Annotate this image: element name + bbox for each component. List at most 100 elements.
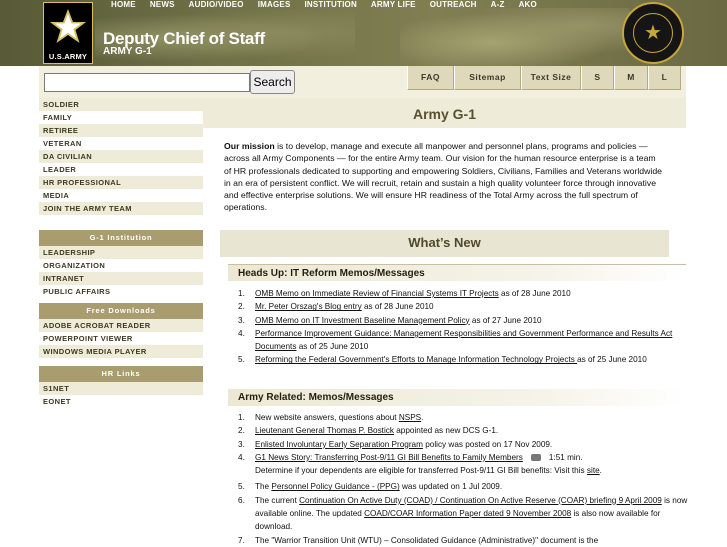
news-text: Determine if your dependents are eligibl… xyxy=(255,466,587,476)
sidebar-item-public-affairs[interactable]: PUBLIC AFFAIRS xyxy=(39,285,203,298)
text-size-label: Text Size xyxy=(521,66,581,90)
news-text: New website answers, questions about xyxy=(255,413,399,422)
search-input[interactable] xyxy=(44,73,250,92)
news-link[interactable]: COAD/COAR Information Paper dated 9 Nove… xyxy=(364,509,571,518)
nav-news[interactable]: NEWS xyxy=(143,0,182,9)
news-link[interactable]: OMB Memo on Immediate Review of Financia… xyxy=(255,289,499,298)
news-link[interactable]: Enlisted Involuntary Early Separation Pr… xyxy=(255,440,423,449)
sidebar-item-leadership[interactable]: LEADERSHIP xyxy=(39,246,203,259)
whats-new-heading: What’s New xyxy=(408,235,481,250)
whats-new-bar: What’s New xyxy=(220,230,669,257)
faq-button[interactable]: FAQ xyxy=(407,66,454,90)
site-subtitle: ARMY G-1 xyxy=(103,46,152,57)
page-title-bar: Army G-1 xyxy=(203,98,686,128)
news-text: . xyxy=(421,413,424,422)
sidebar-heading-institution: G-1 Institution xyxy=(39,229,203,246)
news-date: as of 25 June 2010 xyxy=(296,342,369,352)
news-note: Determine if your dependents are eligibl… xyxy=(255,464,695,477)
list-item: The Personnel Policy Guidance - (PPG) wa… xyxy=(238,480,695,494)
list-item: Lieutenant General Thomas P. Bostick app… xyxy=(238,424,695,438)
header-camo-pattern-2 xyxy=(400,8,630,66)
sidebar-item-veteran[interactable]: VETERAN xyxy=(39,137,203,150)
sidebar-item-soldier[interactable]: SOLDIER xyxy=(39,98,203,111)
list-item: The current Continuation On Active Duty … xyxy=(238,494,695,534)
sidebar-item-organization[interactable]: ORGANIZATION xyxy=(39,259,203,272)
army-logo[interactable]: U.S.ARMY xyxy=(43,2,93,64)
section-heading-it-reform: Heads Up: IT Reform Memos/Messages xyxy=(228,264,686,281)
nav-images[interactable]: IMAGES xyxy=(251,0,298,9)
nav-a-z[interactable]: A-Z xyxy=(484,0,512,9)
list-item: G1 News Story: Transferring Post-9/11 GI… xyxy=(238,451,695,478)
news-text: policy was posted on 17 Nov 2009. xyxy=(422,439,553,449)
utility-tools: FAQ Sitemap Text Size S M L xyxy=(407,66,681,90)
sidebar-item-da-civilian[interactable]: DA CIVILIAN xyxy=(39,150,203,163)
video-icon[interactable] xyxy=(530,454,541,462)
news-link[interactable]: Mr. Peter Orszag's Blog entry xyxy=(255,302,362,311)
news-text: The current xyxy=(255,495,300,505)
top-navigation: HOME NEWS AUDIO/VIDEO IMAGES INSTITUTION… xyxy=(104,0,544,9)
seal-inner-ring: ★ xyxy=(633,13,673,53)
list-item: Enlisted Involuntary Early Separation Pr… xyxy=(238,438,695,452)
news-link[interactable]: NSPS xyxy=(399,413,421,422)
video-duration: 1:51 min. xyxy=(548,452,583,462)
news-date: as of 28 June 2010 xyxy=(361,302,434,312)
news-link[interactable]: Continuation On Active Duty (COAD) / Con… xyxy=(299,496,662,505)
section-heading-army-related: Army Related: Memos/Messages xyxy=(228,389,686,406)
news-date: as of 27 June 2010 xyxy=(469,315,542,325)
sidebar-item-family[interactable]: FAMILY xyxy=(39,111,203,124)
sidebar-item-windows-media-player[interactable]: WINDOWS MEDIA PLAYER xyxy=(39,345,203,358)
list-item: New website answers, questions about NSP… xyxy=(238,411,695,425)
news-link[interactable]: G1 News Story: Transferring Post-9/11 GI… xyxy=(255,453,523,462)
sidebar-item-media[interactable]: MEDIA xyxy=(39,189,203,202)
nav-ako[interactable]: AKO xyxy=(512,0,544,9)
list-item: OMB Memo on Immediate Review of Financia… xyxy=(238,287,695,301)
news-text: was updated on 1 Jul 2009. xyxy=(399,482,503,492)
list-item: Performance Improvement Guidance: Manage… xyxy=(238,327,695,354)
sidebar-item-retiree[interactable]: RETIREE xyxy=(39,124,203,137)
news-text: The "Warrior Transition Unit (WTU) – Con… xyxy=(255,535,599,545)
mission-label: Our mission xyxy=(224,141,275,151)
it-reform-list: OMB Memo on Immediate Review of Financia… xyxy=(230,287,695,367)
page-title: Army G-1 xyxy=(412,106,477,122)
site-link[interactable]: site xyxy=(587,466,600,475)
news-text: The xyxy=(255,482,272,492)
news-link[interactable]: Reforming the Federal Government's Effor… xyxy=(255,355,577,364)
sidebar: SOLDIER FAMILY RETIREE VETERAN DA CIVILI… xyxy=(39,98,203,408)
logo-wordmark: U.S.ARMY xyxy=(48,52,88,61)
news-date: as of 25 June 2010 xyxy=(577,355,647,365)
search-button[interactable]: Search xyxy=(250,70,295,94)
nav-outreach[interactable]: OUTREACH xyxy=(423,0,484,9)
sidebar-heading-downloads: Free Downloads xyxy=(39,302,203,319)
sidebar-item-join-the-army-team[interactable]: JOIN THE ARMY TEAM xyxy=(39,202,203,215)
list-item: OMB Memo on IT Investment Baseline Manag… xyxy=(238,314,695,328)
text-size-large-button[interactable]: L xyxy=(648,66,681,90)
news-date: as of 28 June 2010 xyxy=(498,289,571,298)
sidebar-item-hr-professional[interactable]: HR PROFESSIONAL xyxy=(39,176,203,189)
news-link[interactable]: OMB Memo on IT Investment Baseline Manag… xyxy=(255,316,470,325)
news-link[interactable]: Personnel Policy Guidance - (PPG) xyxy=(271,482,399,491)
search-toolbar: Search FAQ Sitemap Text Size S M L xyxy=(39,66,686,98)
sitemap-button[interactable]: Sitemap xyxy=(454,66,521,90)
sidebar-item-adobe-acrobat-reader[interactable]: ADOBE ACROBAT READER xyxy=(39,319,203,332)
g1-seal-icon: ★ xyxy=(622,2,684,64)
list-item: Reforming the Federal Government's Effor… xyxy=(238,353,695,367)
text-size-medium-button[interactable]: M xyxy=(614,66,648,90)
text-size-small-button[interactable]: S xyxy=(581,66,614,90)
nav-institution[interactable]: INSTITUTION xyxy=(298,0,364,9)
sidebar-item-eonet[interactable]: EONET xyxy=(39,395,203,408)
army-related-list: New website answers, questions about NSP… xyxy=(230,411,695,547)
sidebar-item-intranet[interactable]: INTRANET xyxy=(39,272,203,285)
news-text: appointed as new DCS G-1. xyxy=(393,426,499,436)
mission-text: is to develop, manage and execute all ma… xyxy=(224,141,662,213)
sidebar-item-leader[interactable]: LEADER xyxy=(39,163,203,176)
sidebar-item-powerpoint-viewer[interactable]: POWERPOINT VIEWER xyxy=(39,332,203,345)
news-text: . xyxy=(599,466,602,476)
site-header: U.S.ARMY HOME NEWS AUDIO/VIDEO IMAGES IN… xyxy=(0,0,727,66)
nav-home[interactable]: HOME xyxy=(104,0,143,9)
nav-army-life[interactable]: ARMY LIFE xyxy=(364,0,423,9)
news-link[interactable]: Lieutenant General Thomas P. Bostick xyxy=(255,426,394,435)
sidebar-item-s1net[interactable]: S1NET xyxy=(39,382,203,395)
sidebar-heading-hr-links: HR Links xyxy=(39,365,203,382)
nav-audio-video[interactable]: AUDIO/VIDEO xyxy=(182,0,251,9)
list-item: Mr. Peter Orszag's Blog entry as of 28 J… xyxy=(238,300,695,314)
